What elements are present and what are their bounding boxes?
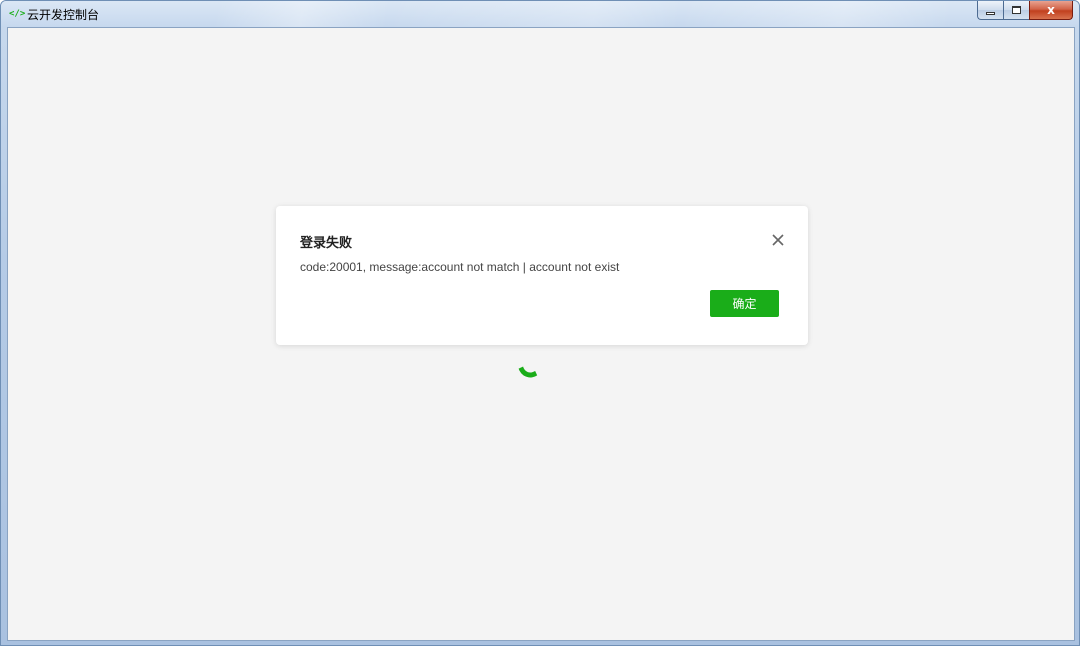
minimize-icon xyxy=(986,11,995,15)
dialog-title: 登录失败 xyxy=(300,236,353,251)
code-brackets-icon: </> xyxy=(9,9,26,19)
dialog-message: code:20001, message:account not match | … xyxy=(300,260,620,274)
dialog-close-button[interactable] xyxy=(768,230,788,250)
login-failed-dialog: 登录失败 code:20001, message:account not mat… xyxy=(276,206,808,345)
app-window: </> 云开发控制台 x 登录失败 code:20001, message:ac… xyxy=(0,0,1080,646)
confirm-button[interactable]: 确定 xyxy=(710,290,779,317)
maximize-button[interactable] xyxy=(1003,1,1029,20)
close-icon xyxy=(772,234,784,246)
title-bar[interactable]: </> 云开发控制台 x xyxy=(1,1,1079,27)
minimize-button[interactable] xyxy=(977,1,1003,20)
content-area: 登录失败 code:20001, message:account not mat… xyxy=(7,27,1075,641)
window-title: 云开发控制台 xyxy=(27,8,100,22)
close-window-icon: x xyxy=(1047,3,1055,17)
close-window-button[interactable]: x xyxy=(1029,1,1073,20)
maximize-icon xyxy=(1012,6,1021,14)
window-controls: x xyxy=(977,1,1073,20)
